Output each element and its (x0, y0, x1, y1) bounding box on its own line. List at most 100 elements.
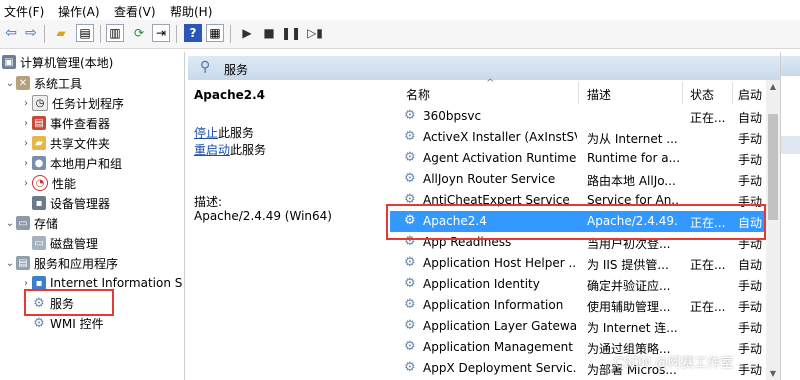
cell-name: Application Layer Gatewa... (423, 319, 577, 333)
chevron-right-icon[interactable]: › (20, 278, 32, 289)
tree-device-manager[interactable]: ▪ 设备管理器 (20, 193, 110, 213)
chevron-right-icon[interactable]: › (20, 178, 32, 189)
column-status[interactable]: 状态 (690, 86, 714, 103)
service-gear-icon: ⚙ (404, 172, 416, 186)
cell-status: 正在... (690, 300, 726, 314)
action-pane-icon[interactable]: ▦ (206, 24, 224, 42)
help-icon[interactable]: ? (184, 24, 202, 42)
scroll-down-icon[interactable]: ▼ (766, 369, 780, 378)
chevron-right-icon[interactable]: › (20, 118, 32, 129)
table-row[interactable]: ⚙ Application Identity 确定并验证应... 手动 (390, 274, 766, 295)
panel-header: ⚲ 服务 (188, 56, 780, 80)
cell-desc: Runtime for a... (587, 151, 679, 165)
tree-task-scheduler[interactable]: › ◷ 任务计划程序 (20, 93, 124, 113)
service-detail-pane: Apache2.4 停止此服务 重启动此服务 描述: Apache/2.4.49… (188, 80, 390, 380)
column-desc[interactable]: 描述 (587, 86, 611, 103)
column-divider[interactable] (732, 82, 733, 104)
table-row[interactable]: ⚙ Application Layer Gatewa... 为 Internet 连… (390, 316, 766, 337)
chevron-down-icon[interactable]: ⌄ (4, 78, 16, 89)
tree-root[interactable]: ▣ 计算机管理(本地) (2, 52, 113, 72)
cell-name: Application Identity (423, 277, 540, 291)
column-startup[interactable]: 启动 (738, 86, 762, 103)
restart-service-link[interactable]: 重启动 (194, 143, 230, 157)
export-list-icon[interactable]: ⇥ (152, 24, 170, 42)
service-gear-icon: ⚙ (404, 256, 416, 270)
refresh-icon[interactable]: ⟳ (130, 24, 148, 42)
cell-startup: 自动 (738, 111, 763, 125)
column-divider[interactable] (682, 82, 683, 104)
description-value: Apache/2.4.49 (Win64) (194, 209, 332, 223)
table-row[interactable]: ⚙ Agent Activation Runtime... Runtime for … (390, 148, 766, 169)
chevron-down-icon[interactable]: ⌄ (4, 218, 16, 229)
tree-label: 性能 (52, 176, 77, 191)
cell-startup: 手动 (738, 363, 763, 377)
vertical-scrollbar[interactable]: ▲ ▼ (766, 80, 780, 380)
back-arrow-icon[interactable]: ⇦ (2, 24, 20, 42)
stop-service-icon[interactable]: ■ (260, 24, 278, 42)
table-row[interactable]: ⚙ Application Host Helper ... 为 IIS 提供管...… (390, 253, 766, 274)
cell-desc: 使用辅助管理... (587, 300, 671, 314)
tree-disk-management[interactable]: ▭ 磁盘管理 (20, 233, 98, 253)
description-label: 描述: (194, 195, 223, 209)
show-tree-icon[interactable]: ▤ (76, 24, 94, 42)
menu-action[interactable]: 操作(A) (58, 3, 100, 20)
tree-local-users[interactable]: › ● 本地用户和组 (20, 153, 122, 173)
restart-service-icon[interactable]: ▷▮ (306, 24, 324, 42)
menu-view[interactable]: 查看(V) (114, 3, 156, 20)
chevron-right-icon[interactable]: › (20, 158, 32, 169)
tree-system-tools[interactable]: ⌄ ✕ 系统工具 (4, 73, 82, 93)
performance-icon: ◔ (32, 175, 48, 191)
tools-icon: ✕ (16, 76, 30, 90)
cell-name: 360bpsvc (423, 109, 482, 123)
cell-startup: 手动 (738, 300, 763, 314)
up-folder-icon[interactable]: ▰ (52, 24, 70, 42)
chevron-right-icon[interactable]: › (20, 138, 32, 149)
cell-startup: 手动 (738, 321, 763, 335)
event-log-icon: ▤ (32, 116, 46, 130)
table-row[interactable]: ⚙ ActiveX Installer (AxInstSV) 为从 Internet… (390, 127, 766, 148)
table-row[interactable]: ⚙ AllJoyn Router Service 路由本地 AllJo... 手动 (390, 169, 766, 190)
table-row[interactable]: ⚙ Application Information 使用辅助管理... 正在... 手动 (390, 295, 766, 316)
properties-icon[interactable]: ▥ (106, 24, 124, 42)
cell-startup: 自动 (738, 258, 763, 272)
scrollbar-thumb[interactable] (768, 114, 778, 220)
table-row[interactable]: ⚙ 360bpsvc 正在... 自动 (390, 106, 766, 127)
tree-label: 本地用户和组 (50, 156, 123, 171)
sort-ascending-icon: ^ (486, 78, 495, 89)
wmi-icon: ⚙ (33, 315, 45, 331)
cell-status: 正在... (690, 258, 726, 272)
stop-service-link[interactable]: 停止 (194, 126, 218, 140)
column-divider[interactable] (578, 82, 579, 104)
menu-help[interactable]: 帮助(H) (170, 3, 212, 20)
tree-storage[interactable]: ⌄ ▭ 存储 (4, 213, 58, 233)
chevron-down-icon[interactable]: ⌄ (4, 258, 16, 269)
column-name[interactable]: 名称 (406, 86, 430, 103)
forward-arrow-icon[interactable]: ⇨ (22, 24, 40, 42)
actions-header (781, 56, 800, 76)
cell-desc: 路由本地 AllJo... (587, 174, 676, 188)
start-service-icon[interactable]: ▶ (238, 24, 256, 42)
menu-file[interactable]: 文件(F) (4, 3, 44, 20)
tree-shared-folders[interactable]: › ▰ 共享文件夹 (20, 133, 110, 153)
stop-suffix: 此服务 (218, 126, 255, 140)
highlight-box-apache (386, 204, 766, 240)
computer-icon: ▣ (2, 55, 16, 69)
menu-bar: 文件(F) 操作(A) 查看(V) 帮助(H) (0, 0, 800, 20)
pause-service-icon[interactable]: ❚❚ (281, 24, 301, 42)
tree-label: WMI 控件 (50, 316, 104, 331)
tree-wmi[interactable]: ⚙ WMI 控件 (20, 313, 104, 333)
chevron-right-icon[interactable]: › (20, 98, 32, 109)
watermark: CSDN @阿赛工作室 (614, 356, 734, 371)
console-tree: ▣ 计算机管理(本地) ⌄ ✕ 系统工具 › ◷ 任务计划程序 › ▤ 事件查看… (0, 52, 185, 380)
cell-name: Application Management (423, 340, 573, 354)
shared-folder-icon: ▰ (32, 136, 46, 150)
cell-status: 正在... (690, 111, 726, 125)
tree-services-apps[interactable]: ⌄ ▤ 服务和应用程序 (4, 253, 118, 273)
scroll-up-icon[interactable]: ▲ (766, 82, 780, 91)
tree-event-viewer[interactable]: › ▤ 事件查看器 (20, 113, 110, 133)
tree-performance[interactable]: › ◔ 性能 (20, 173, 76, 193)
users-icon: ● (32, 156, 46, 170)
cell-name: AllJoyn Router Service (423, 172, 556, 186)
stop-service-line: 停止此服务 (194, 124, 254, 141)
cell-startup: 手动 (738, 342, 763, 356)
